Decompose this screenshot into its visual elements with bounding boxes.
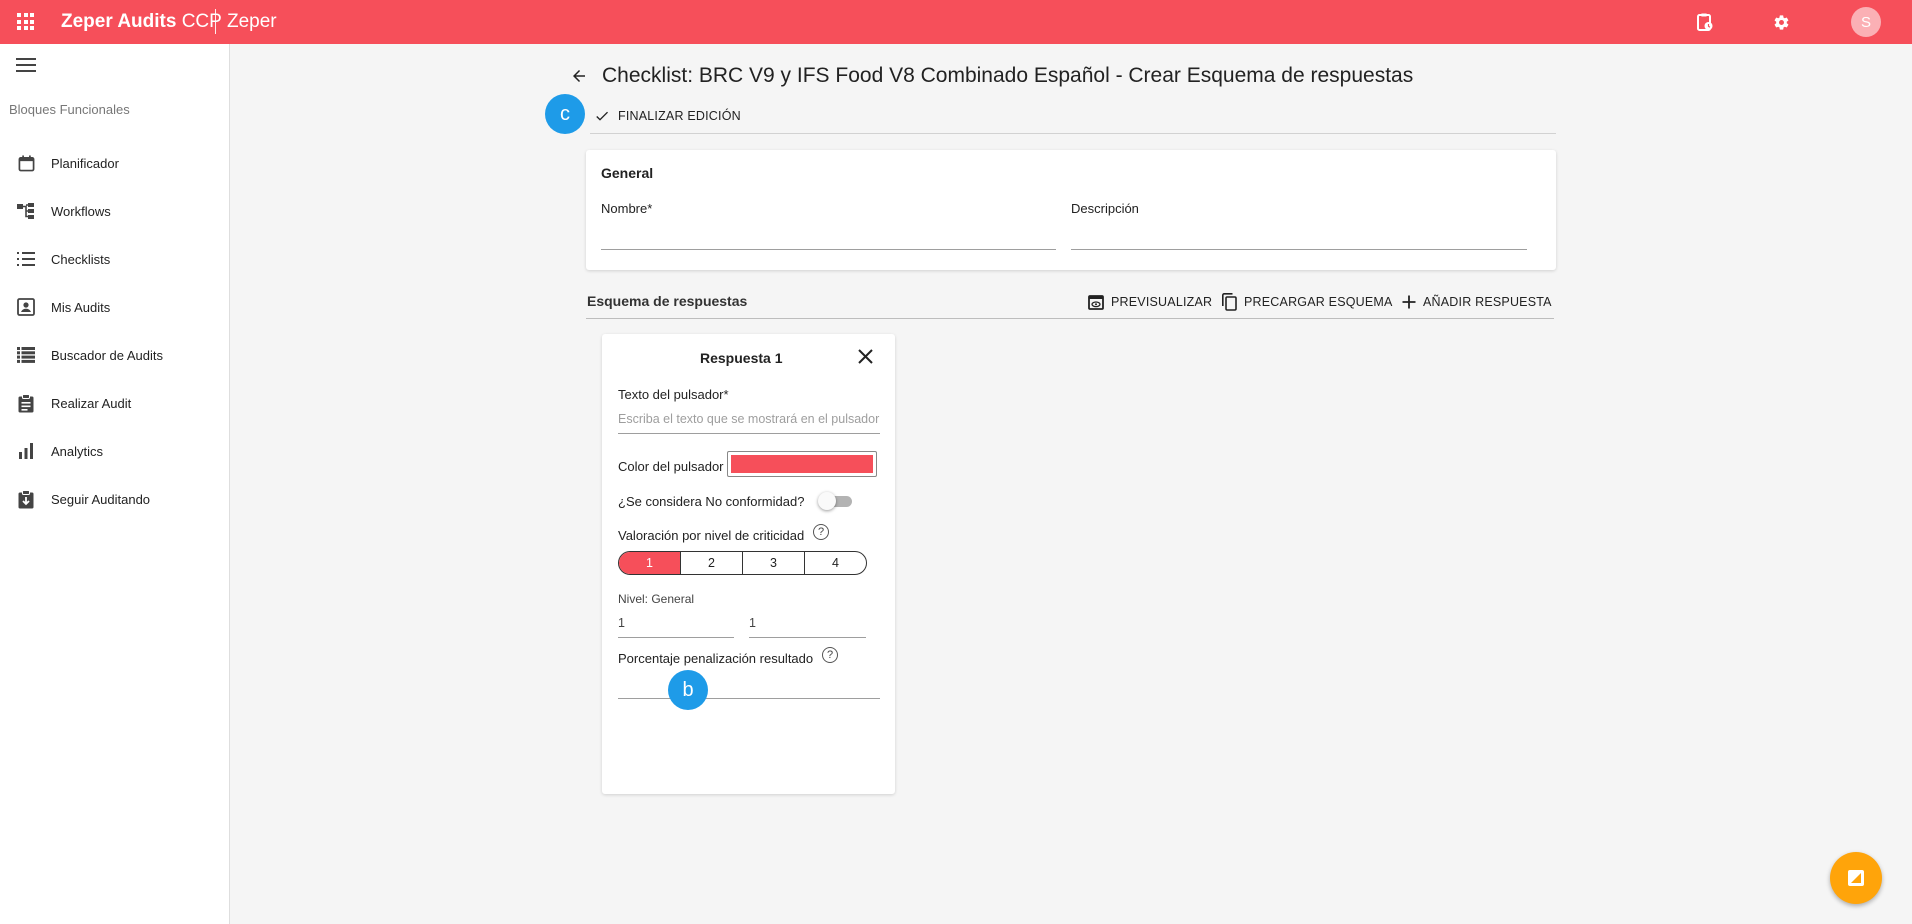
criticality-option-2[interactable]: 2 <box>680 552 742 574</box>
sidebar-item-workflows[interactable]: Workflows <box>0 191 229 231</box>
hamburger-menu-icon[interactable] <box>16 58 36 74</box>
clipboard-clock-icon[interactable] <box>1695 12 1715 32</box>
help-question-icon[interactable]: ? <box>822 647 838 663</box>
annotation-marker-c: c <box>545 94 585 134</box>
edit-note-icon <box>1848 870 1864 886</box>
criticality-selector: 1 2 3 4 <box>618 551 867 575</box>
criticality-label: Valoración por nivel de criticidad <box>618 528 805 543</box>
button-color-picker[interactable] <box>727 451 877 477</box>
copy-icon <box>1222 293 1237 311</box>
sidebar-item-seguir-auditando[interactable]: Seguir Auditando <box>0 479 229 519</box>
app-brand[interactable]: Zeper Audits CCP <box>61 11 222 33</box>
sidebar-section-label: Bloques Funcionales <box>9 102 130 117</box>
finish-editing-button[interactable]: FINALIZAR EDICIÓN <box>594 104 741 128</box>
check-icon <box>596 111 608 121</box>
color-swatch <box>731 455 873 473</box>
list-icon <box>16 249 36 269</box>
sidebar-item-label: Buscador de Audits <box>51 347 164 363</box>
button-text-input[interactable]: Escriba el texto que se mostrará en el p… <box>618 412 880 426</box>
bar-chart-icon <box>16 441 36 461</box>
nonconformity-label: ¿Se considera No conformidad? <box>618 494 805 509</box>
sidebar-item-label: Analytics <box>51 443 104 459</box>
plus-icon <box>1402 295 1416 309</box>
sidebar-item-label: Mis Audits <box>51 299 111 315</box>
avatar[interactable]: S <box>1851 7 1881 37</box>
page-title: Checklist: BRC V9 y IFS Food V8 Combinad… <box>602 64 1414 87</box>
brand-name: Zeper Audits <box>61 11 177 32</box>
sidebar-item-planificador[interactable]: Planificador <box>0 143 229 183</box>
sidebar-item-mis-audits[interactable]: Mis Audits <box>0 287 229 327</box>
preview-label: PREVISUALIZAR <box>1111 295 1213 309</box>
sidebar-item-label: Workflows <box>51 203 111 219</box>
sidebar: Bloques Funcionales Planificador Workflo… <box>0 44 230 924</box>
calendar-icon <box>16 153 36 173</box>
brand-divider <box>215 9 216 34</box>
level-value-input-1[interactable]: 1 <box>618 616 625 630</box>
preload-schema-label: PRECARGAR ESQUEMA <box>1244 295 1393 309</box>
sidebar-item-label: Realizar Audit <box>51 395 132 411</box>
schema-title: Esquema de respuestas <box>587 293 748 309</box>
sidebar-item-label: Checklists <box>51 251 111 267</box>
clipboard-icon <box>16 393 36 413</box>
add-response-label: AÑADIR RESPUESTA <box>1423 295 1552 309</box>
tenant-name: Zeper <box>227 11 277 32</box>
annotation-marker-b: b <box>668 670 708 710</box>
help-question-icon[interactable]: ? <box>813 524 829 540</box>
back-arrow-icon[interactable] <box>570 67 590 87</box>
schema-divider <box>586 318 1554 319</box>
response-title: Respuesta 1 <box>700 350 783 366</box>
criticality-option-3[interactable]: 3 <box>742 552 804 574</box>
finish-editing-label: FINALIZAR EDICIÓN <box>618 109 741 123</box>
level-value-input-2[interactable]: 1 <box>749 616 756 630</box>
penalty-field[interactable] <box>618 698 880 699</box>
preview-button[interactable]: PREVISUALIZAR <box>1088 291 1212 313</box>
sidebar-item-label: Planificador <box>51 155 119 171</box>
button-text-label: Texto del pulsador* <box>618 387 729 402</box>
preview-icon <box>1088 294 1104 310</box>
nonconformity-toggle[interactable] <box>818 492 854 510</box>
clipboard-arrow-icon <box>16 489 36 509</box>
preload-schema-button[interactable]: PRECARGAR ESQUEMA <box>1222 291 1393 313</box>
description-label: Descripción <box>1071 201 1139 216</box>
level-value-underline-2 <box>749 637 866 638</box>
criticality-option-4[interactable]: 4 <box>804 552 866 574</box>
workflow-icon <box>16 201 36 221</box>
level-label: Nivel: General <box>618 592 695 606</box>
sidebar-item-realizar-audit[interactable]: Realizar Audit <box>0 383 229 423</box>
criticality-option-1[interactable]: 1 <box>619 552 680 574</box>
button-color-label: Color del pulsador <box>618 459 724 474</box>
top-app-bar: Zeper Audits CCP Zeper S <box>0 0 1912 44</box>
list-view-icon <box>16 345 36 365</box>
gear-icon[interactable] <box>1771 12 1791 32</box>
sidebar-item-buscador-de-audits[interactable]: Buscador de Audits <box>0 335 229 375</box>
header-divider <box>590 133 1556 134</box>
close-icon[interactable] <box>857 348 874 365</box>
add-response-button[interactable]: AÑADIR RESPUESTA <box>1402 291 1552 313</box>
penalty-label: Porcentaje penalización resultado <box>618 651 814 666</box>
name-label: Nombre* <box>601 201 653 216</box>
sidebar-item-checklists[interactable]: Checklists <box>0 239 229 279</box>
apps-grid-icon[interactable] <box>17 13 34 30</box>
button-text-underline <box>618 433 880 434</box>
sidebar-item-label: Seguir Auditando <box>51 491 151 507</box>
sidebar-item-analytics[interactable]: Analytics <box>0 431 229 471</box>
general-title: General <box>601 165 654 181</box>
level-value-underline-1 <box>618 637 734 638</box>
user-badge-icon <box>16 297 36 317</box>
feedback-fab[interactable] <box>1830 852 1882 904</box>
description-field[interactable] <box>1071 249 1527 250</box>
name-field[interactable] <box>601 249 1056 250</box>
